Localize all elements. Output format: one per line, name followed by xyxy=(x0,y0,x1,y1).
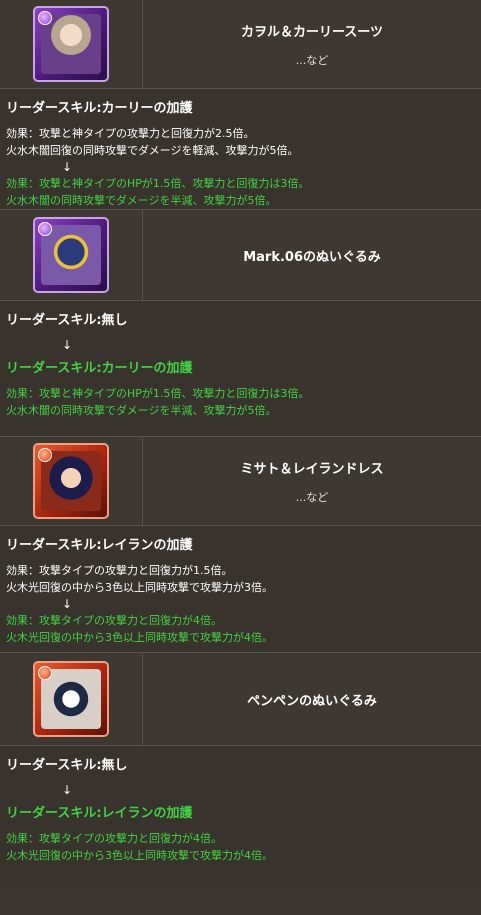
character-misato-icon[interactable] xyxy=(33,443,109,519)
leader-skill-after: リーダースキル:カーリーの加護 xyxy=(6,361,193,376)
monster-row: カヲル＆カーリースーツ ...など xyxy=(0,0,481,89)
effect-after-line: 効果：攻撃タイプの攻撃力と回復力が4倍。 xyxy=(6,832,222,845)
effect-line: 効果：攻撃と神タイプの攻撃力と回復力が2.5倍。 xyxy=(6,127,255,140)
penpen-plush-icon[interactable] xyxy=(33,661,109,737)
effect-line: 効果：攻撃タイプの攻撃力と回復力が1.5倍。 xyxy=(6,564,233,577)
monster-name: ミサト＆レイランドレス xyxy=(240,461,384,477)
skill-description: リーダースキル:レイランの加護 効果：攻撃タイプの攻撃力と回復力が1.5倍。 火… xyxy=(0,526,481,653)
effect-after-line: 効果：攻撃と神タイプのHPが1.5倍、攻撃力と回復力は3倍。 xyxy=(6,177,310,190)
effect-after-line: 火水木闇の同時攻撃でダメージを半減、攻撃力が5倍。 xyxy=(6,404,277,417)
down-arrow-icon: ↓ xyxy=(62,338,73,352)
skill-description: リーダースキル:無し ↓ リーダースキル:レイランの加護 効果：攻撃タイプの攻撃… xyxy=(0,746,481,882)
dark-attribute-icon xyxy=(38,11,52,25)
fire-attribute-icon xyxy=(38,448,52,462)
monster-name: ペンペンのぬいぐるみ xyxy=(247,693,377,709)
fire-attribute-icon xyxy=(38,666,52,680)
effect-after-line: 火水木闇の同時攻撃でダメージを半減、攻撃力が5倍。 xyxy=(6,194,277,207)
leader-skill-before: リーダースキル:カーリーの加護 xyxy=(6,101,193,116)
monster-name: カヲル＆カーリースーツ xyxy=(240,24,384,40)
leader-skill-before: リーダースキル:レイランの加護 xyxy=(6,538,193,553)
effect-after-line: 火木光回復の中から3色以上同時攻撃で攻撃力が4倍。 xyxy=(6,849,273,862)
down-arrow-icon: ↓ xyxy=(62,597,73,611)
down-arrow-icon: ↓ xyxy=(62,783,73,797)
effect-after-line: 効果：攻撃タイプの攻撃力と回復力が4倍。 xyxy=(6,614,222,627)
effect-line: 火木光回復の中から3色以上同時攻撃で攻撃力が3倍。 xyxy=(6,581,273,594)
monster-row: ペンペンのぬいぐるみ xyxy=(0,653,481,746)
skill-description: リーダースキル:カーリーの加護 効果：攻撃と神タイプの攻撃力と回復力が2.5倍。… xyxy=(0,89,481,210)
mark06-plush-icon[interactable] xyxy=(33,217,109,293)
monster-name: Mark.06のぬいぐるみ xyxy=(243,249,381,265)
leader-skill-after: リーダースキル:レイランの加護 xyxy=(6,806,193,821)
effect-line: 火水木闇回復の同時攻撃でダメージを軽減、攻撃力が5倍。 xyxy=(6,144,299,157)
monster-sub: ...など xyxy=(295,53,329,67)
effect-after-line: 効果：攻撃と神タイプのHPが1.5倍、攻撃力と回復力は3倍。 xyxy=(6,387,310,400)
skill-list: カヲル＆カーリースーツ ...など リーダースキル:カーリーの加護 効果：攻撃と… xyxy=(0,0,481,882)
character-kaworu-icon[interactable] xyxy=(33,6,109,82)
leader-skill-before: リーダースキル:無し xyxy=(6,313,128,328)
down-arrow-icon: ↓ xyxy=(62,160,73,174)
skill-description: リーダースキル:無し ↓ リーダースキル:カーリーの加護 効果：攻撃と神タイプの… xyxy=(0,301,481,437)
dark-attribute-icon xyxy=(38,222,52,236)
monster-row: ミサト＆レイランドレス ...など xyxy=(0,437,481,526)
effect-after-line: 火木光回復の中から3色以上同時攻撃で攻撃力が4倍。 xyxy=(6,631,273,644)
monster-sub: ...など xyxy=(295,490,329,504)
leader-skill-before: リーダースキル:無し xyxy=(6,758,128,773)
monster-row: Mark.06のぬいぐるみ xyxy=(0,210,481,301)
